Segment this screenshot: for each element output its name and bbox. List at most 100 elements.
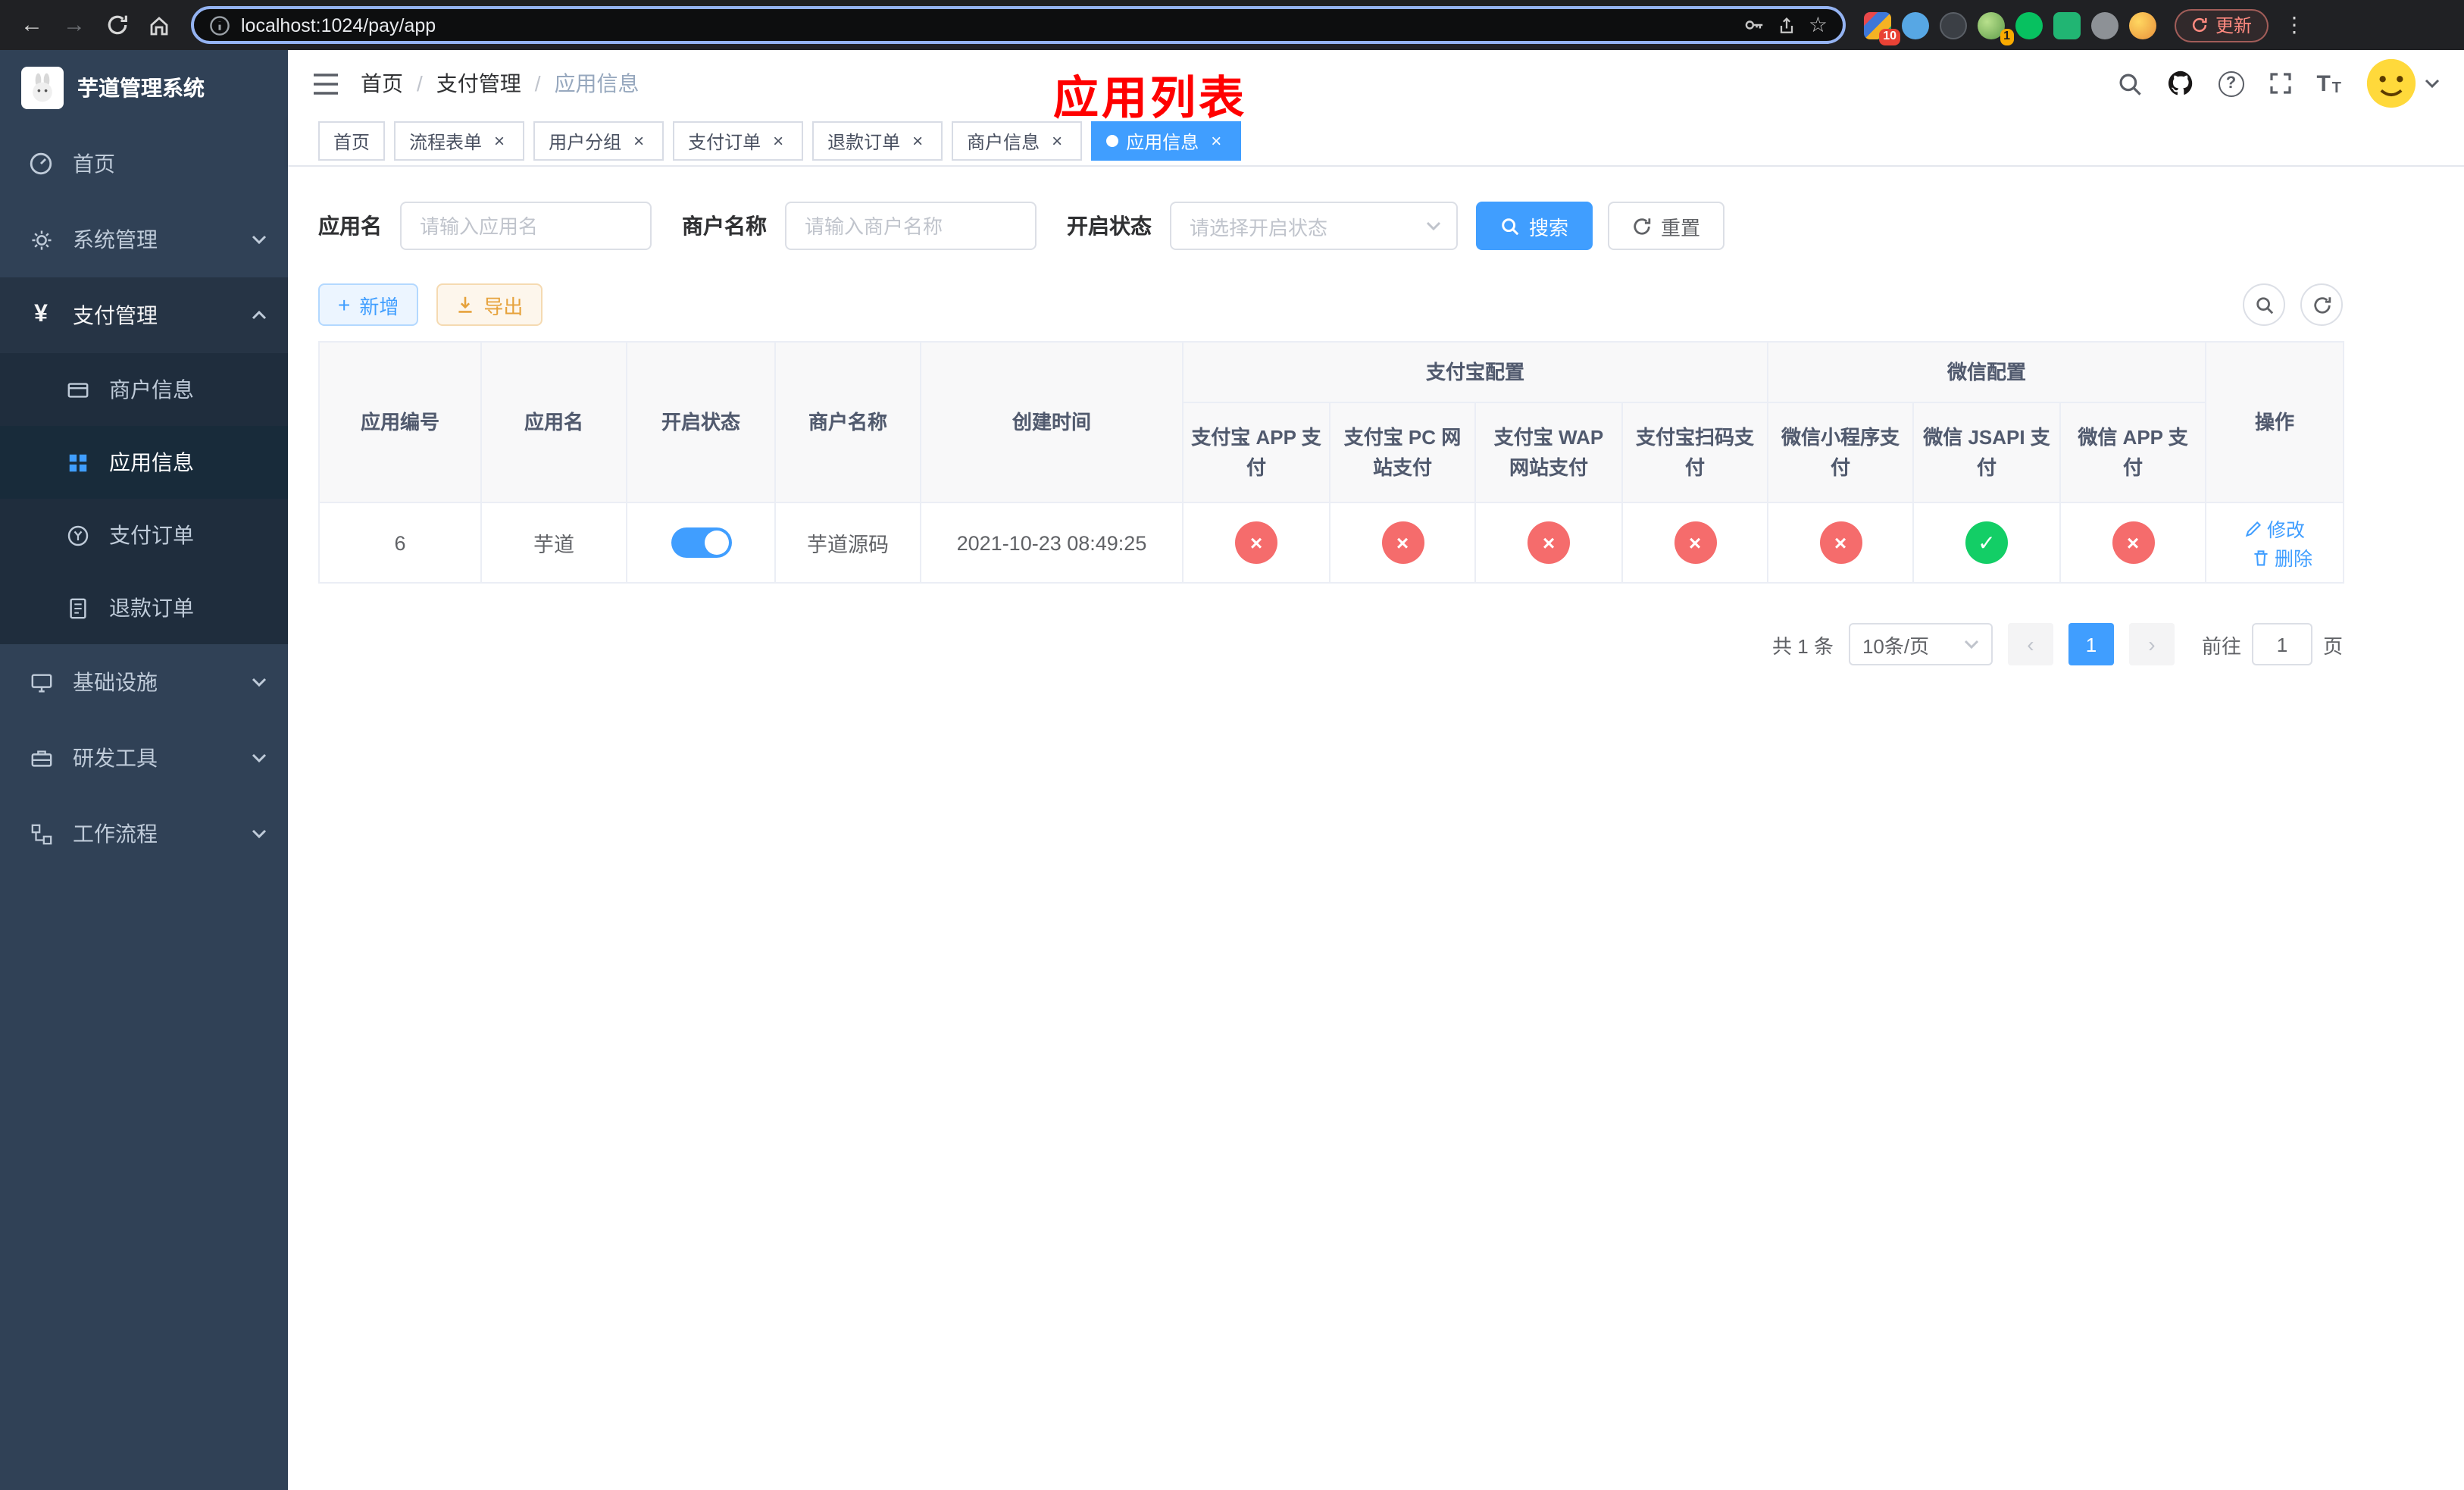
github-icon[interactable]	[2166, 70, 2194, 97]
sidebar-item-app-info[interactable]: 应用信息	[0, 426, 288, 499]
search-icon[interactable]	[2116, 70, 2142, 96]
delete-link[interactable]: 删除	[2252, 543, 2312, 571]
menu-label: 首页	[73, 152, 115, 176]
status-label: 开启状态	[1067, 214, 1152, 238]
alipay-qr-status-icon	[1674, 521, 1716, 564]
edit-link[interactable]: 修改	[2244, 514, 2305, 543]
col-group-wechat: 微信配置	[1767, 341, 2207, 403]
toggle-search-button[interactable]	[2243, 283, 2285, 326]
page-size-select[interactable]: 10条/页	[1848, 623, 1993, 665]
status-select[interactable]: 请选择开启状态	[1170, 202, 1458, 250]
chevron-down-icon	[252, 678, 267, 687]
tab-merchant-info[interactable]: 商户信息 ×	[952, 121, 1083, 161]
user-avatar[interactable]	[2366, 58, 2440, 109]
tab-label: 应用信息	[1126, 131, 1199, 152]
status-toggle[interactable]	[671, 527, 731, 558]
close-icon[interactable]: ×	[1206, 131, 1226, 151]
browser-back-icon[interactable]: ←	[12, 5, 52, 45]
close-icon[interactable]: ×	[629, 131, 649, 151]
col-wechat-jsapi: 微信 JSAPI 支付	[1912, 402, 2062, 503]
close-icon[interactable]: ×	[1047, 131, 1067, 151]
bookmark-star-icon[interactable]: ☆	[1809, 12, 1828, 38]
next-page-button[interactable]: ›	[2128, 623, 2175, 665]
sidebar-item-merchant-info[interactable]: 商户信息	[0, 353, 288, 426]
app-logo[interactable]: 芋道管理系统	[0, 50, 288, 126]
extensions-cluster: 10 1	[1864, 11, 2156, 45]
browser-home-icon[interactable]	[139, 5, 179, 45]
share-icon[interactable]	[1777, 14, 1798, 36]
url-text[interactable]: localhost:1024/pay/app	[241, 14, 436, 36]
prev-page-button[interactable]: ‹	[2007, 623, 2053, 665]
search-button[interactable]: 搜索	[1476, 202, 1593, 250]
grid-icon	[64, 451, 91, 474]
cell-app-id: 6	[318, 502, 482, 584]
browser-forward-icon[interactable]: →	[55, 5, 94, 45]
merchant-name-input[interactable]	[785, 202, 1037, 250]
sidebar-item-pay-order[interactable]: 支付订单	[0, 499, 288, 571]
tab-user-group[interactable]: 用户分组 ×	[533, 121, 664, 161]
tab-pay-order[interactable]: 支付订单 ×	[673, 121, 804, 161]
font-size-icon[interactable]: TT	[2316, 70, 2341, 96]
add-button[interactable]: + 新增	[318, 283, 419, 326]
menu-label: 工作流程	[73, 822, 158, 846]
navbar: 首页 / 支付管理 / 应用信息 应用列表 ? T T	[288, 50, 2464, 124]
extension-badge: 10	[1879, 28, 1900, 45]
total-count: 共 1 条	[1772, 634, 1834, 657]
drop-extension-icon[interactable]	[1902, 11, 1929, 39]
col-wechat-mini: 微信小程序支付	[1767, 402, 1915, 503]
sidebar-item-workflow[interactable]: 工作流程	[0, 796, 288, 872]
tab-label: 用户分组	[549, 131, 622, 152]
export-button[interactable]: 导出	[436, 283, 543, 326]
sidebar-item-system[interactable]: 系统管理	[0, 202, 288, 277]
password-key-icon[interactable]	[1743, 14, 1766, 36]
goto-page-input[interactable]	[2251, 623, 2312, 665]
puzzle-extension-icon[interactable]	[2091, 11, 2118, 39]
close-icon[interactable]: ×	[768, 131, 788, 151]
goto-label: 前往	[2201, 634, 2241, 657]
alipay-wap-status-icon	[1527, 521, 1570, 564]
goto-unit: 页	[2322, 634, 2343, 657]
app-name-label: 应用名	[318, 214, 382, 238]
sidebar-item-payment[interactable]: ¥ 支付管理	[0, 277, 288, 353]
yen-icon: ¥	[34, 302, 48, 327]
reset-button[interactable]: 重置	[1608, 202, 1725, 250]
browser-refresh-icon[interactable]	[97, 5, 136, 45]
sidebar-item-infra[interactable]: 基础设施	[0, 644, 288, 720]
wechat-devtools-icon[interactable]	[2015, 11, 2043, 39]
current-page-button[interactable]: 1	[2068, 623, 2114, 665]
site-info-icon[interactable]	[209, 14, 230, 36]
profile-avatar-icon[interactable]: 1	[1978, 11, 2014, 45]
notes-extension-icon[interactable]	[2053, 11, 2081, 39]
hamburger-icon[interactable]	[312, 72, 339, 95]
breadcrumb-separator: /	[417, 71, 423, 95]
dark-extension-icon[interactable]	[1940, 11, 1967, 39]
help-icon[interactable]: ?	[2218, 70, 2244, 96]
breadcrumb-home[interactable]: 首页	[361, 68, 403, 99]
tab-home[interactable]: 首页	[318, 121, 386, 161]
close-icon[interactable]: ×	[489, 131, 509, 151]
wechat-jsapi-status-icon	[1965, 521, 2009, 564]
pixel-extension-icon[interactable]: 10	[1864, 11, 1900, 45]
cell-app-name: 芋道	[480, 502, 627, 584]
app-name-input[interactable]	[400, 202, 652, 250]
emoji-extension-icon[interactable]	[2129, 11, 2156, 39]
dashboard-icon	[27, 152, 55, 176]
table-right-tools	[2243, 283, 2343, 326]
plus-icon: +	[338, 293, 351, 317]
sidebar-item-refund-order[interactable]: 退款订单	[0, 571, 288, 644]
sidebar-item-dev-tools[interactable]: 研发工具	[0, 720, 288, 796]
sidebar-item-home[interactable]: 首页	[0, 126, 288, 202]
monitor-icon	[27, 671, 55, 693]
fullscreen-icon[interactable]	[2268, 71, 2292, 95]
chevron-down-icon	[252, 829, 267, 838]
browser-menu-icon[interactable]: ⋮	[2284, 12, 2305, 38]
tab-app-info[interactable]: 应用信息 ×	[1091, 121, 1242, 161]
refresh-table-button[interactable]	[2300, 283, 2343, 326]
tab-refund-order[interactable]: 退款订单 ×	[812, 121, 943, 161]
menu-label: 支付管理	[73, 303, 158, 327]
tab-process-form[interactable]: 流程表单 ×	[394, 121, 525, 161]
close-icon[interactable]: ×	[908, 131, 927, 151]
breadcrumb-section[interactable]: 支付管理	[436, 68, 521, 99]
address-bar[interactable]: localhost:1024/pay/app ☆	[191, 6, 1846, 44]
browser-update-button[interactable]: 更新	[2175, 8, 2269, 42]
